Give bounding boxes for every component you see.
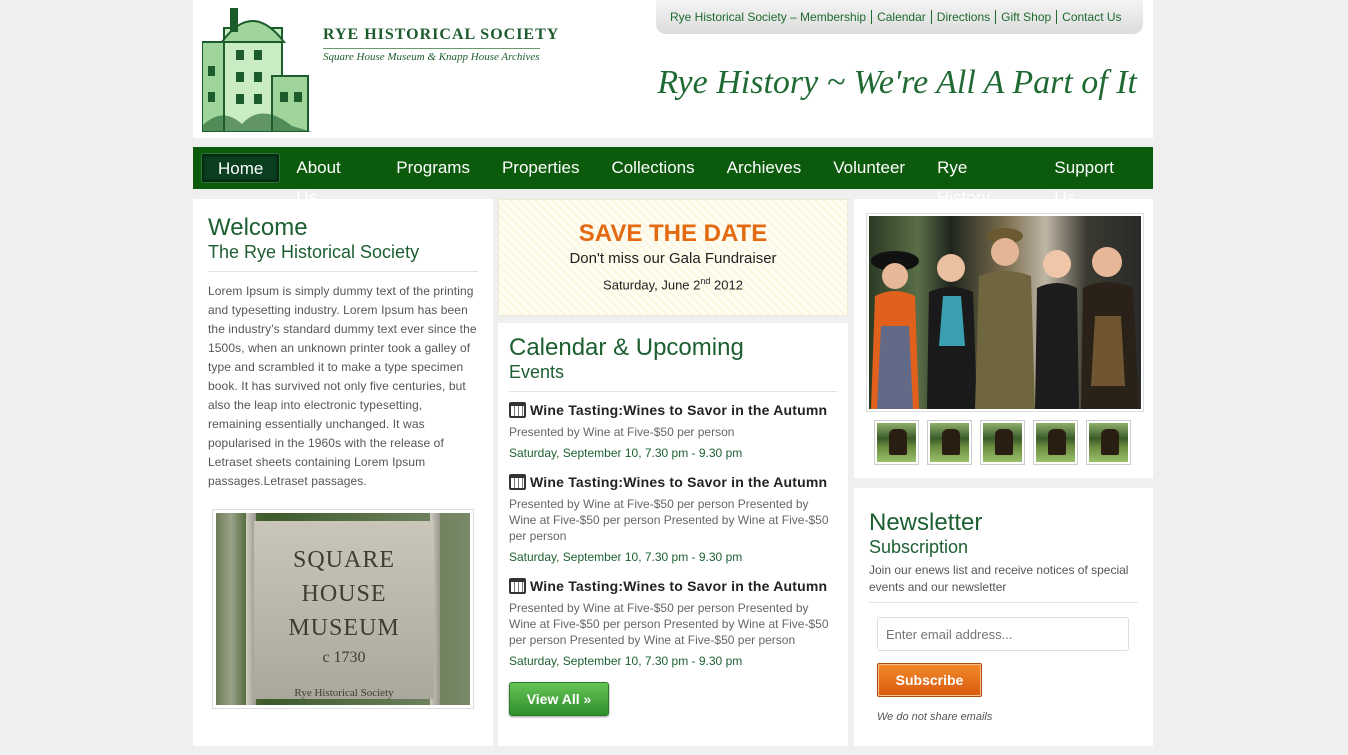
logo-subtitle: Square House Museum & Knapp House Archiv… <box>323 48 540 63</box>
divider <box>869 602 1138 603</box>
sign-line-museum: MUSEUM <box>288 615 400 641</box>
nav-item-support-us[interactable]: Support Us <box>1038 153 1153 207</box>
site-header: RYE HISTORICAL SOCIETY Square House Muse… <box>193 0 1153 138</box>
nav-item-properties[interactable]: Properties <box>486 153 595 183</box>
gala-date-prefix: Saturday, June 2 <box>603 277 701 293</box>
gala-date: Saturday, June 2nd 2012 <box>499 270 847 296</box>
calendar-subtitle: Events <box>509 362 565 382</box>
top-link-directions[interactable]: Directions <box>930 10 995 24</box>
privacy-note: We do not share emails <box>877 711 993 723</box>
divider <box>509 391 837 392</box>
nav-item-programs[interactable]: Programs <box>380 153 486 183</box>
calendar-icon <box>509 474 526 490</box>
sign-line-square: SQUARE <box>292 547 395 573</box>
photo-gallery <box>854 199 1153 478</box>
event-title-text: Wine Tasting:Wines to Savor in the Autum… <box>530 474 828 490</box>
top-link-membership[interactable]: Rye Historical Society – Membership <box>670 10 871 24</box>
save-the-date-headline: SAVE THE DATE <box>578 220 768 247</box>
event-item: Wine Tasting:Wines to Savor in the Autum… <box>509 474 837 564</box>
newsletter-panel: Newsletter Subscription Join our enews l… <box>854 488 1153 746</box>
gallery-thumbnail[interactable] <box>874 420 919 465</box>
event-title-text: Wine Tasting:Wines to Savor in the Autum… <box>530 578 828 594</box>
calendar-icon <box>509 402 526 418</box>
gallery-thumbnail[interactable] <box>1086 420 1131 465</box>
site-tagline: Rye History ~ We're All A Part of It <box>657 64 1137 101</box>
view-all-button[interactable]: View All » <box>509 682 609 716</box>
gallery-thumbnails <box>866 420 1141 465</box>
nav-item-volunteer[interactable]: Volunteer <box>817 153 921 183</box>
newsletter-subtitle: Subscription <box>869 537 969 557</box>
calendar-title: Calendar & Upcoming <box>509 334 744 361</box>
subscribe-button[interactable]: Subscribe <box>877 663 982 697</box>
gala-group-photo <box>869 216 1141 409</box>
house-logo-icon[interactable] <box>202 6 312 132</box>
newsletter-description: Join our enews list and receive notices … <box>869 563 1129 594</box>
newsletter-title: Newsletter <box>869 509 983 536</box>
save-the-date-banner[interactable]: SAVE THE DATE Don't miss our Gala Fundra… <box>498 199 848 316</box>
divider <box>208 271 478 272</box>
welcome-body: Lorem Ipsum is simply dummy text of the … <box>208 284 477 488</box>
nav-item-archieves[interactable]: Archieves <box>711 153 818 183</box>
square-house-photo[interactable]: SQUARE HOUSE MUSEUM c 1730 Rye Historica… <box>212 509 474 709</box>
horse-rider-thumbnail-image <box>877 423 916 462</box>
sign-line-year: c 1730 <box>322 649 366 666</box>
event-date: Saturday, September 10, 7.30 pm - 9.30 p… <box>509 654 743 668</box>
top-link-gift-shop[interactable]: Gift Shop <box>995 10 1056 24</box>
gala-date-suffix-sup: nd <box>700 276 711 286</box>
event-description: Presented by Wine at Five-$50 per person <box>509 425 735 439</box>
nav-item-collections[interactable]: Collections <box>595 153 710 183</box>
event-item: Wine Tasting:Wines to Savor in the Autum… <box>509 402 837 460</box>
gallery-thumbnail[interactable] <box>1033 420 1078 465</box>
calendar-panel: Calendar & Upcoming Events Wine Tasting:… <box>498 323 848 746</box>
horse-rider-thumbnail-image <box>1089 423 1128 462</box>
sign-image: SQUARE HOUSE MUSEUM c 1730 Rye Historica… <box>216 513 470 705</box>
gala-line: Don't miss our Gala Fundraiser <box>569 250 777 267</box>
nav-item-home[interactable]: Home <box>201 153 281 183</box>
top-links: Rye Historical Society – Membership Cale… <box>656 0 1143 34</box>
email-input[interactable] <box>877 617 1129 651</box>
top-link-contact-us[interactable]: Contact Us <box>1056 10 1126 24</box>
horse-rider-thumbnail-image <box>1036 423 1075 462</box>
event-title[interactable]: Wine Tasting:Wines to Savor in the Autum… <box>509 578 837 594</box>
gallery-thumbnail[interactable] <box>980 420 1025 465</box>
top-link-calendar[interactable]: Calendar <box>871 10 931 24</box>
welcome-title: Welcome <box>208 214 308 241</box>
nav-item-rye-history[interactable]: Rye History <box>921 153 1038 207</box>
horse-rider-thumbnail-image <box>930 423 969 462</box>
event-description: Presented by Wine at Five-$50 per person… <box>509 601 829 647</box>
gala-date-year: 2012 <box>710 277 743 293</box>
logo-title[interactable]: RYE HISTORICAL SOCIETY <box>323 26 559 44</box>
gallery-thumbnail[interactable] <box>927 420 972 465</box>
event-item: Wine Tasting:Wines to Savor in the Autum… <box>509 578 837 668</box>
event-title[interactable]: Wine Tasting:Wines to Savor in the Autum… <box>509 402 837 418</box>
calendar-icon <box>509 578 526 594</box>
welcome-subtitle: The Rye Historical Society <box>208 242 420 262</box>
event-date: Saturday, September 10, 7.30 pm - 9.30 p… <box>509 446 743 460</box>
nav-item-about-us[interactable]: About Us <box>280 153 380 207</box>
welcome-panel: Welcome The Rye Historical Society Lorem… <box>193 199 493 746</box>
event-date: Saturday, September 10, 7.30 pm - 9.30 p… <box>509 550 743 564</box>
event-title[interactable]: Wine Tasting:Wines to Savor in the Autum… <box>509 474 837 490</box>
main-nav: Home About Us Programs Properties Collec… <box>193 147 1153 207</box>
event-title-text: Wine Tasting:Wines to Savor in the Autum… <box>530 402 828 418</box>
horse-rider-thumbnail-image <box>983 423 1022 462</box>
sign-line-society: Rye Historical Society <box>294 687 394 699</box>
event-description: Presented by Wine at Five-$50 per person… <box>509 497 829 543</box>
people-illustration <box>871 228 1139 409</box>
sign-line-house: HOUSE <box>301 581 387 607</box>
sign-board: SQUARE HOUSE MUSEUM c 1730 Rye Historica… <box>254 521 434 699</box>
gallery-main-photo[interactable] <box>866 213 1144 412</box>
